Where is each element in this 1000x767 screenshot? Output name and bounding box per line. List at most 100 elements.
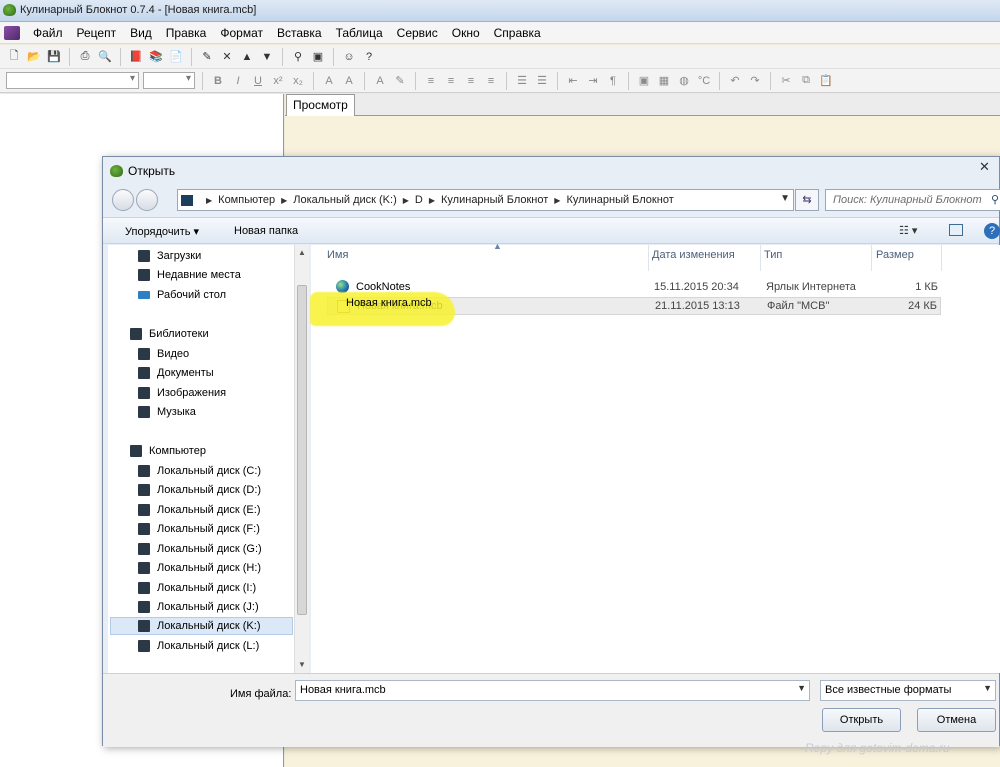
file-type-filter[interactable]: Все известные форматы ▼ xyxy=(820,680,996,701)
print-preview-icon[interactable]: 🔍 xyxy=(97,49,113,65)
redo-icon[interactable]: ↷ xyxy=(747,74,763,87)
nav-drive-k[interactable]: Локальный диск (K:) xyxy=(110,617,293,635)
scroll-up-icon[interactable]: ▲ xyxy=(298,248,306,257)
insert-table-icon[interactable]: ▦ xyxy=(656,74,672,87)
column-size[interactable]: Размер xyxy=(876,249,914,261)
breadcrumb-item[interactable]: Кулинарный Блокнот xyxy=(441,194,548,206)
book-icon[interactable]: 📕 xyxy=(128,49,144,65)
back-button[interactable] xyxy=(112,189,134,211)
breadcrumb-item[interactable]: D xyxy=(415,194,423,206)
address-bar[interactable]: ▶ Компьютер ▶ Локальный диск (K:) ▶ D ▶ … xyxy=(177,189,794,211)
font-shrink-icon[interactable]: A xyxy=(341,75,357,87)
highlight-icon[interactable]: ✎ xyxy=(392,74,408,87)
navigation-scrollbar[interactable]: ▲ ▼ xyxy=(294,245,309,673)
bullet-list-icon[interactable]: ☰ xyxy=(514,74,530,87)
underline-icon[interactable]: U xyxy=(250,75,266,87)
scrollbar-thumb[interactable] xyxy=(297,285,307,615)
nav-video[interactable]: Видео xyxy=(138,345,189,363)
align-center-icon[interactable]: ≡ xyxy=(443,75,459,87)
nav-desktop[interactable]: Рабочий стол xyxy=(138,286,226,304)
outdent-icon[interactable]: ⇤ xyxy=(565,74,581,87)
chevron-down-icon[interactable]: ▼ xyxy=(983,683,992,693)
nav-music[interactable]: Музыка xyxy=(138,403,196,421)
new-folder-button[interactable]: Новая папка xyxy=(234,225,298,237)
nav-libraries[interactable]: Библиотеки xyxy=(130,325,209,343)
superscript-icon[interactable]: x² xyxy=(270,75,286,87)
menu-insert[interactable]: Вставка xyxy=(270,22,329,44)
font-grow-icon[interactable]: A xyxy=(321,75,337,87)
page-icon[interactable]: 📄 xyxy=(168,49,184,65)
nav-drive-f[interactable]: Локальный диск (F:) xyxy=(138,520,260,538)
arrow-up-icon[interactable]: ▲ xyxy=(239,49,255,65)
menu-view[interactable]: Вид xyxy=(123,22,159,44)
breadcrumb-item[interactable]: Локальный диск (K:) xyxy=(293,194,397,206)
search-icon[interactable]: ⚲ xyxy=(991,193,999,206)
close-icon[interactable]: ✕ xyxy=(979,159,993,174)
document-icon[interactable] xyxy=(4,25,20,40)
chevron-down-icon[interactable]: ▼ xyxy=(780,193,790,204)
open-button[interactable]: Открыть xyxy=(822,708,901,732)
filename-field[interactable]: Новая книга.mcb ▼ xyxy=(295,680,810,701)
column-separator[interactable] xyxy=(941,245,942,271)
copy-icon[interactable]: ⧉ xyxy=(798,74,814,87)
column-separator[interactable] xyxy=(648,245,649,271)
nav-computer[interactable]: Компьютер xyxy=(130,442,206,460)
smiley-icon[interactable]: ☺ xyxy=(341,49,357,65)
preview-pane-icon[interactable] xyxy=(949,224,963,236)
edit-icon[interactable]: ✎ xyxy=(199,49,215,65)
new-icon[interactable]: 🗋 xyxy=(6,49,22,65)
insert-image-icon[interactable]: ▣ xyxy=(636,74,652,87)
tab-preview[interactable]: Просмотр xyxy=(286,94,355,116)
forward-button[interactable] xyxy=(136,189,158,211)
help-icon[interactable]: ? xyxy=(984,223,1000,239)
chevron-right-icon[interactable]: ▶ xyxy=(429,196,435,205)
cut-icon[interactable]: ✂ xyxy=(778,74,794,87)
organize-button[interactable]: Упорядочить ▾ xyxy=(125,225,199,238)
views-icon[interactable]: ☷ ▾ xyxy=(899,224,917,237)
nav-drive-c[interactable]: Локальный диск (C:) xyxy=(138,462,261,480)
nav-drive-h[interactable]: Локальный диск (H:) xyxy=(138,559,261,577)
temperature-icon[interactable]: °C xyxy=(696,75,712,87)
menu-format[interactable]: Формат xyxy=(213,22,270,44)
menu-service[interactable]: Сервис xyxy=(390,22,445,44)
help-icon[interactable]: ? xyxy=(361,49,377,65)
menu-recipe[interactable]: Рецепт xyxy=(70,22,124,44)
font-color-icon[interactable]: A xyxy=(372,75,388,87)
column-name[interactable]: Имя xyxy=(327,249,348,261)
breadcrumb-item[interactable]: Компьютер xyxy=(218,194,275,206)
nav-drive-l[interactable]: Локальный диск (L:) xyxy=(138,637,259,655)
subscript-icon[interactable]: x₂ xyxy=(290,75,306,87)
chevron-right-icon[interactable]: ▶ xyxy=(554,196,560,205)
refresh-button[interactable]: ⇆ xyxy=(795,189,819,211)
column-date[interactable]: Дата изменения xyxy=(652,249,735,261)
menu-help[interactable]: Справка xyxy=(487,22,548,44)
italic-icon[interactable]: I xyxy=(230,75,246,87)
chevron-down-icon[interactable]: ▼ xyxy=(797,683,806,693)
save-icon[interactable]: 💾 xyxy=(46,49,62,65)
binoculars-icon[interactable]: ⚲ xyxy=(290,49,306,65)
nav-drive-j[interactable]: Локальный диск (J:) xyxy=(138,598,259,616)
font-size-select[interactable] xyxy=(143,72,195,89)
chevron-right-icon[interactable]: ▶ xyxy=(281,196,287,205)
align-right-icon[interactable]: ≡ xyxy=(463,75,479,87)
indent-icon[interactable]: ⇥ xyxy=(585,74,601,87)
search-input[interactable]: Поиск: Кулинарный Блокнот ⚲ xyxy=(825,189,1000,211)
font-select[interactable] xyxy=(6,72,139,89)
nav-drive-g[interactable]: Локальный диск (G:) xyxy=(138,540,262,558)
nav-drive-d[interactable]: Локальный диск (D:) xyxy=(138,481,261,499)
menu-edit[interactable]: Правка xyxy=(159,22,214,44)
menu-window[interactable]: Окно xyxy=(445,22,487,44)
image-icon[interactable]: ▣ xyxy=(310,49,326,65)
nav-downloads[interactable]: Загрузки xyxy=(138,247,201,265)
scroll-down-icon[interactable]: ▼ xyxy=(298,660,306,669)
chevron-right-icon[interactable]: ▶ xyxy=(403,196,409,205)
numbered-list-icon[interactable]: ☰ xyxy=(534,74,550,87)
print-icon[interactable]: ⎙ xyxy=(77,49,93,65)
nav-drive-e[interactable]: Локальный диск (E:) xyxy=(138,501,261,519)
menu-table[interactable]: Таблица xyxy=(329,22,390,44)
chevron-right-icon[interactable]: ▶ xyxy=(206,196,212,205)
column-separator[interactable] xyxy=(760,245,761,271)
delete-icon[interactable]: ✕ xyxy=(219,49,235,65)
paragraph-icon[interactable]: ¶ xyxy=(605,75,621,87)
arrow-down-icon[interactable]: ▼ xyxy=(259,49,275,65)
